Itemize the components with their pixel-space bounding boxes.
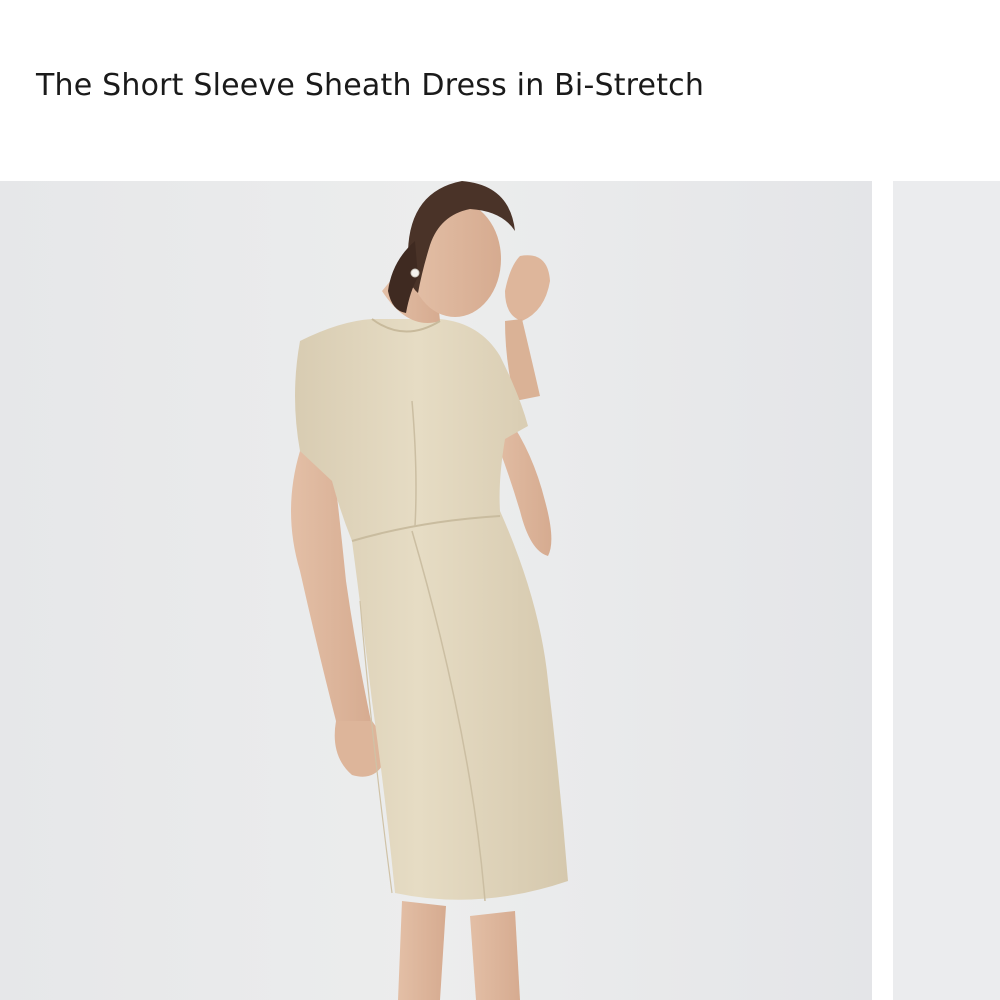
- model-wearing-dress-photo: [0, 181, 872, 1000]
- product-image-main[interactable]: [0, 181, 872, 1000]
- product-image-gallery[interactable]: [0, 181, 1000, 1000]
- product-page: The Short Sleeve Sheath Dress in Bi-Stre…: [0, 0, 1000, 1000]
- product-title: The Short Sleeve Sheath Dress in Bi-Stre…: [36, 68, 705, 103]
- product-image-next[interactable]: [893, 181, 1000, 1000]
